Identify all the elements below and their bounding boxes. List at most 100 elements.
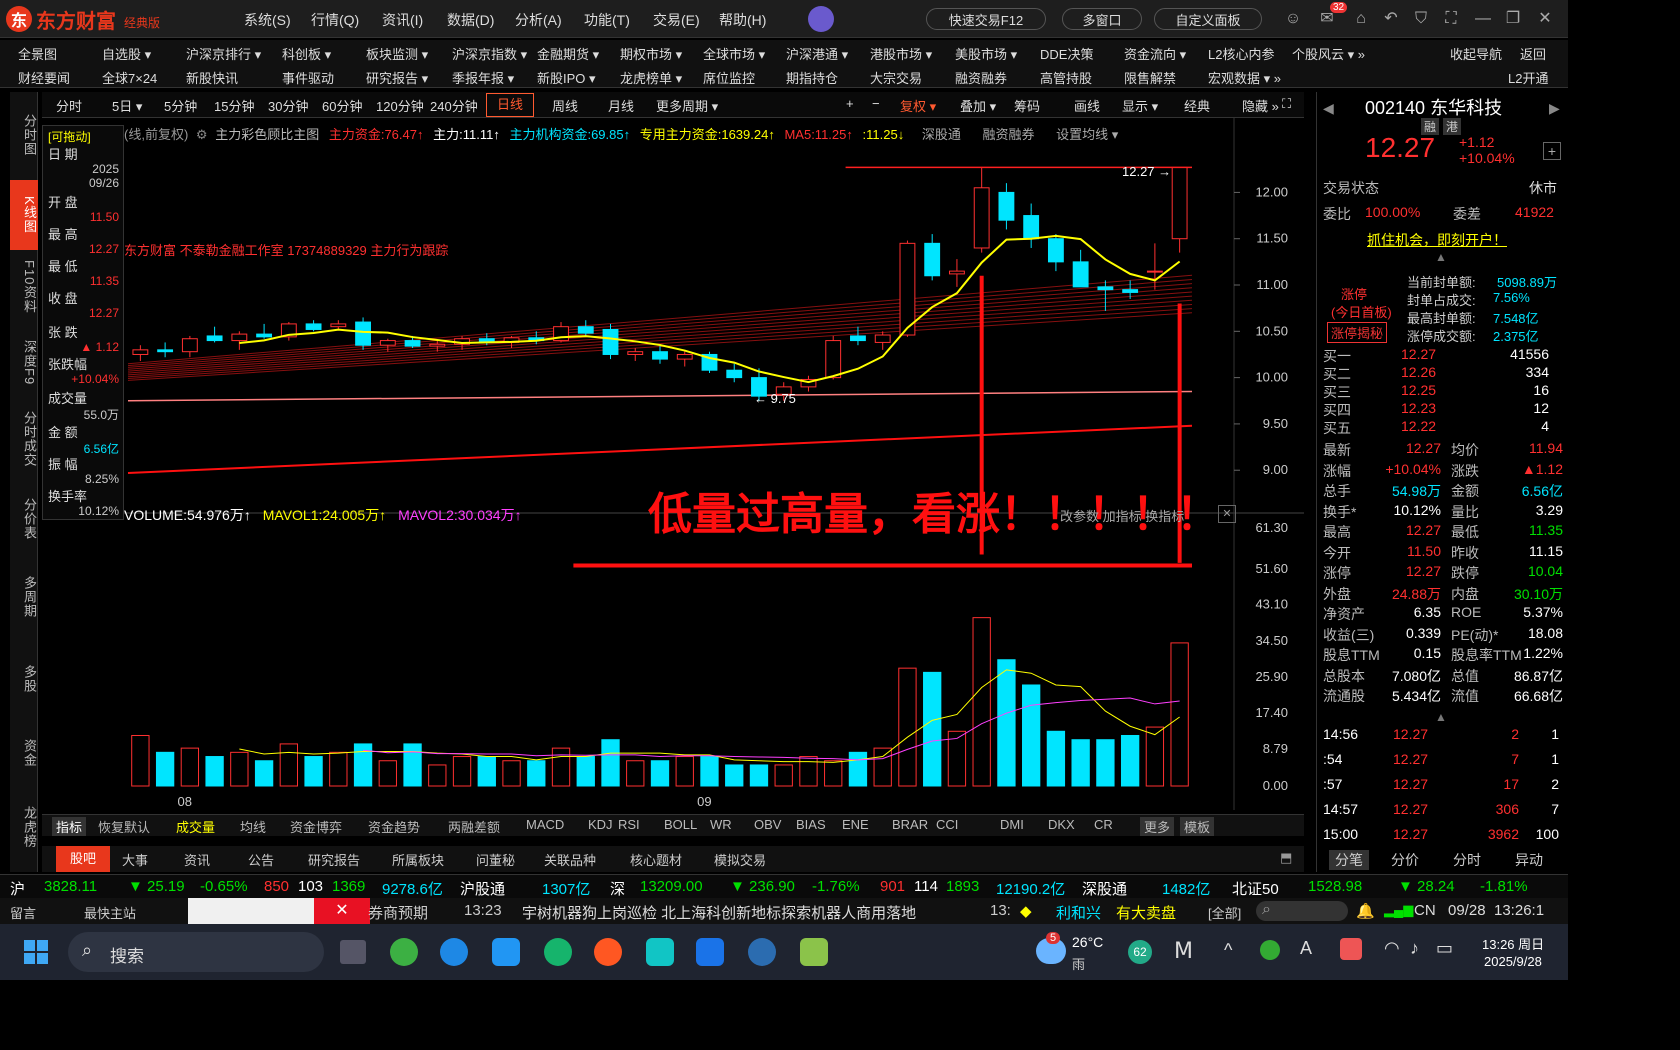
nav1-item-8[interactable]: 全球市场 ▾: [703, 44, 765, 63]
nav2-item-12[interactable]: 高管持股: [1040, 68, 1092, 87]
close-icon[interactable]: ✕: [1534, 8, 1556, 30]
expand-panel-icon[interactable]: ⬒: [1280, 850, 1292, 866]
period-4[interactable]: 30分钟: [268, 96, 308, 115]
bottom-tab-5[interactable]: 所属板块: [392, 850, 444, 869]
menu-function[interactable]: 功能(T): [584, 10, 630, 30]
clock-date[interactable]: 2025/9/28: [1484, 954, 1542, 969]
alert-stock[interactable]: 利和兴: [1056, 902, 1101, 923]
bell-icon[interactable]: 🔔: [1356, 902, 1375, 920]
bottom-tab-7[interactable]: 关联品种: [544, 850, 596, 869]
nav1-item-12[interactable]: DDE决策: [1040, 44, 1093, 63]
bottom-tab-4[interactable]: 研究报告: [308, 850, 360, 869]
period-tool-3[interactable]: 叠加 ▾: [960, 96, 996, 115]
nav2-item-11[interactable]: 融资融券: [955, 68, 1007, 87]
tray-expand-icon[interactable]: ^: [1224, 940, 1232, 961]
app-icon-6[interactable]: [696, 938, 724, 966]
menu-trade[interactable]: 交易(E): [653, 10, 700, 30]
tray-icon-1[interactable]: [1260, 940, 1280, 960]
chart-area[interactable]: 12.00 11.50 11.00 10.50 10.00 9.50 9.00 61.30 51…: [42, 118, 1304, 810]
indicator-tab-16[interactable]: CCI: [936, 817, 958, 832]
user-icon[interactable]: ☺: [1282, 8, 1304, 30]
nav1-item-5[interactable]: 沪深京指数 ▾: [452, 44, 527, 63]
indicator-tab-21[interactable]: 模板: [1180, 817, 1215, 836]
tray-badge[interactable]: 62: [1128, 940, 1152, 964]
indicator-tab-15[interactable]: BRAR: [892, 817, 928, 832]
indicator-tab-4[interactable]: 资金博弈: [290, 817, 342, 836]
nav1-item-13[interactable]: 资金流向 ▾: [1124, 44, 1186, 63]
indicator-tab-20[interactable]: 更多: [1140, 817, 1175, 836]
sidebar-item-0[interactable]: 分时图: [10, 100, 38, 170]
bottom-tab-3[interactable]: 公告: [248, 850, 274, 869]
nav1-item-17[interactable]: 返回: [1520, 44, 1546, 63]
menu-help[interactable]: 帮助(H): [719, 10, 766, 30]
collapse-icon[interactable]: ▲: [1435, 250, 1447, 264]
nav1-item-7[interactable]: 期权市场 ▾: [620, 44, 682, 63]
sidebar-item-9[interactable]: 龙虎榜: [10, 792, 38, 862]
period-5[interactable]: 60分钟: [322, 96, 362, 115]
app-icon-2[interactable]: [492, 938, 520, 966]
period-tool-0[interactable]: +: [846, 96, 854, 111]
sgt-label[interactable]: 深股通: [1082, 878, 1127, 899]
period-3[interactable]: 15分钟: [214, 96, 254, 115]
multi-window-button[interactable]: 多窗口: [1062, 8, 1142, 30]
menu-quote[interactable]: 行情(Q): [311, 10, 359, 30]
indicator-tab-8[interactable]: KDJ: [588, 817, 613, 832]
nav2-item-5[interactable]: 季报年报 ▾: [452, 68, 514, 87]
app-icon-1[interactable]: [390, 938, 418, 966]
app-icon-5[interactable]: [646, 938, 674, 966]
custom-panel-button[interactable]: 自定义面板: [1154, 8, 1262, 30]
bottom-tab-2[interactable]: 资讯: [184, 850, 210, 869]
nav2-item-4[interactable]: 研究报告 ▾: [366, 68, 428, 87]
sidebar-item-1[interactable]: K线图: [10, 180, 38, 250]
fastest-site-link[interactable]: 最快主站: [84, 903, 136, 922]
sidebar-item-8[interactable]: 资金: [10, 718, 38, 788]
gear-icon[interactable]: ⚙: [196, 127, 208, 142]
period-6[interactable]: 120分钟: [376, 96, 424, 115]
nav2-item-3[interactable]: 事件驱动: [282, 68, 334, 87]
nav2-item-0[interactable]: 财经要闻: [18, 68, 70, 87]
set-ma-link[interactable]: 设置均线 ▾: [1056, 127, 1118, 142]
task-view-icon[interactable]: [340, 940, 366, 964]
nav1-item-16[interactable]: 收起导航: [1450, 44, 1502, 63]
nav2-item-6[interactable]: 新股IPO ▾: [537, 68, 596, 87]
menu-analysis[interactable]: 分析(A): [515, 10, 562, 30]
bottom-tab-1[interactable]: 大事: [122, 850, 148, 869]
back-icon[interactable]: ↶: [1380, 8, 1402, 30]
nav2-item-14[interactable]: 宏观数据 ▾ »: [1208, 68, 1281, 87]
eastmoney-app-icon[interactable]: [800, 938, 828, 966]
period-9[interactable]: 周线: [552, 96, 578, 115]
quote-tab-2[interactable]: 分时: [1453, 850, 1481, 870]
nav1-item-6[interactable]: 金融期货 ▾: [537, 44, 599, 63]
fullscreen-icon[interactable]: ⛶: [1440, 8, 1462, 30]
nav2-item-13[interactable]: 限售解禁: [1124, 68, 1176, 87]
period-tool-2[interactable]: 复权 ▾: [900, 96, 936, 115]
hgt-label[interactable]: 沪股通: [460, 878, 505, 899]
menu-news[interactable]: 资讯(I): [382, 10, 423, 30]
tray-app-icon[interactable]: Ⅿ: [1174, 938, 1193, 964]
period-11[interactable]: 更多周期 ▾: [656, 96, 718, 115]
home-icon[interactable]: ⌂: [1350, 8, 1372, 30]
kline-chart[interactable]: 12.00 11.50 11.00 10.50 10.00 9.50 9.00 61.30 51…: [42, 118, 1304, 810]
restore-icon[interactable]: ❐: [1502, 8, 1524, 30]
nav1-item-11[interactable]: 美股市场 ▾: [955, 44, 1017, 63]
open-account-link[interactable]: 抓住机会，即刻开户！: [1367, 230, 1507, 250]
edge-icon[interactable]: [440, 938, 468, 966]
indicator-tab-3[interactable]: 均线: [240, 817, 266, 836]
period-tool-5[interactable]: 画线: [1074, 96, 1100, 115]
indicator-tab-1[interactable]: 恢复默认: [98, 817, 150, 836]
period-2[interactable]: 5分钟: [164, 96, 197, 115]
bottom-tab-0[interactable]: 股吧: [56, 846, 111, 872]
news-headline[interactable]: 宇树机器狗上岗巡检 北上海科创新地标探索机器人商用落地: [522, 902, 916, 923]
nav1-item-2[interactable]: 沪深京排行 ▾: [186, 44, 261, 63]
indicator-tab-17[interactable]: DMI: [1000, 817, 1024, 832]
next-stock-icon[interactable]: ▶: [1549, 100, 1560, 117]
shirt-icon[interactable]: ⛉: [1410, 8, 1432, 30]
quick-trade-button[interactable]: 快速交易F12: [926, 8, 1046, 30]
quote-tab-1[interactable]: 分价: [1391, 850, 1419, 870]
quote-tab-0[interactable]: 分笔: [1329, 850, 1369, 870]
period-8[interactable]: 日线: [486, 93, 535, 117]
battery-icon[interactable]: ▭: [1436, 938, 1453, 959]
period-10[interactable]: 月线: [608, 96, 634, 115]
nav1-item-4[interactable]: 板块监测 ▾: [366, 44, 428, 63]
nav2-item-7[interactable]: 龙虎榜单 ▾: [620, 68, 682, 87]
